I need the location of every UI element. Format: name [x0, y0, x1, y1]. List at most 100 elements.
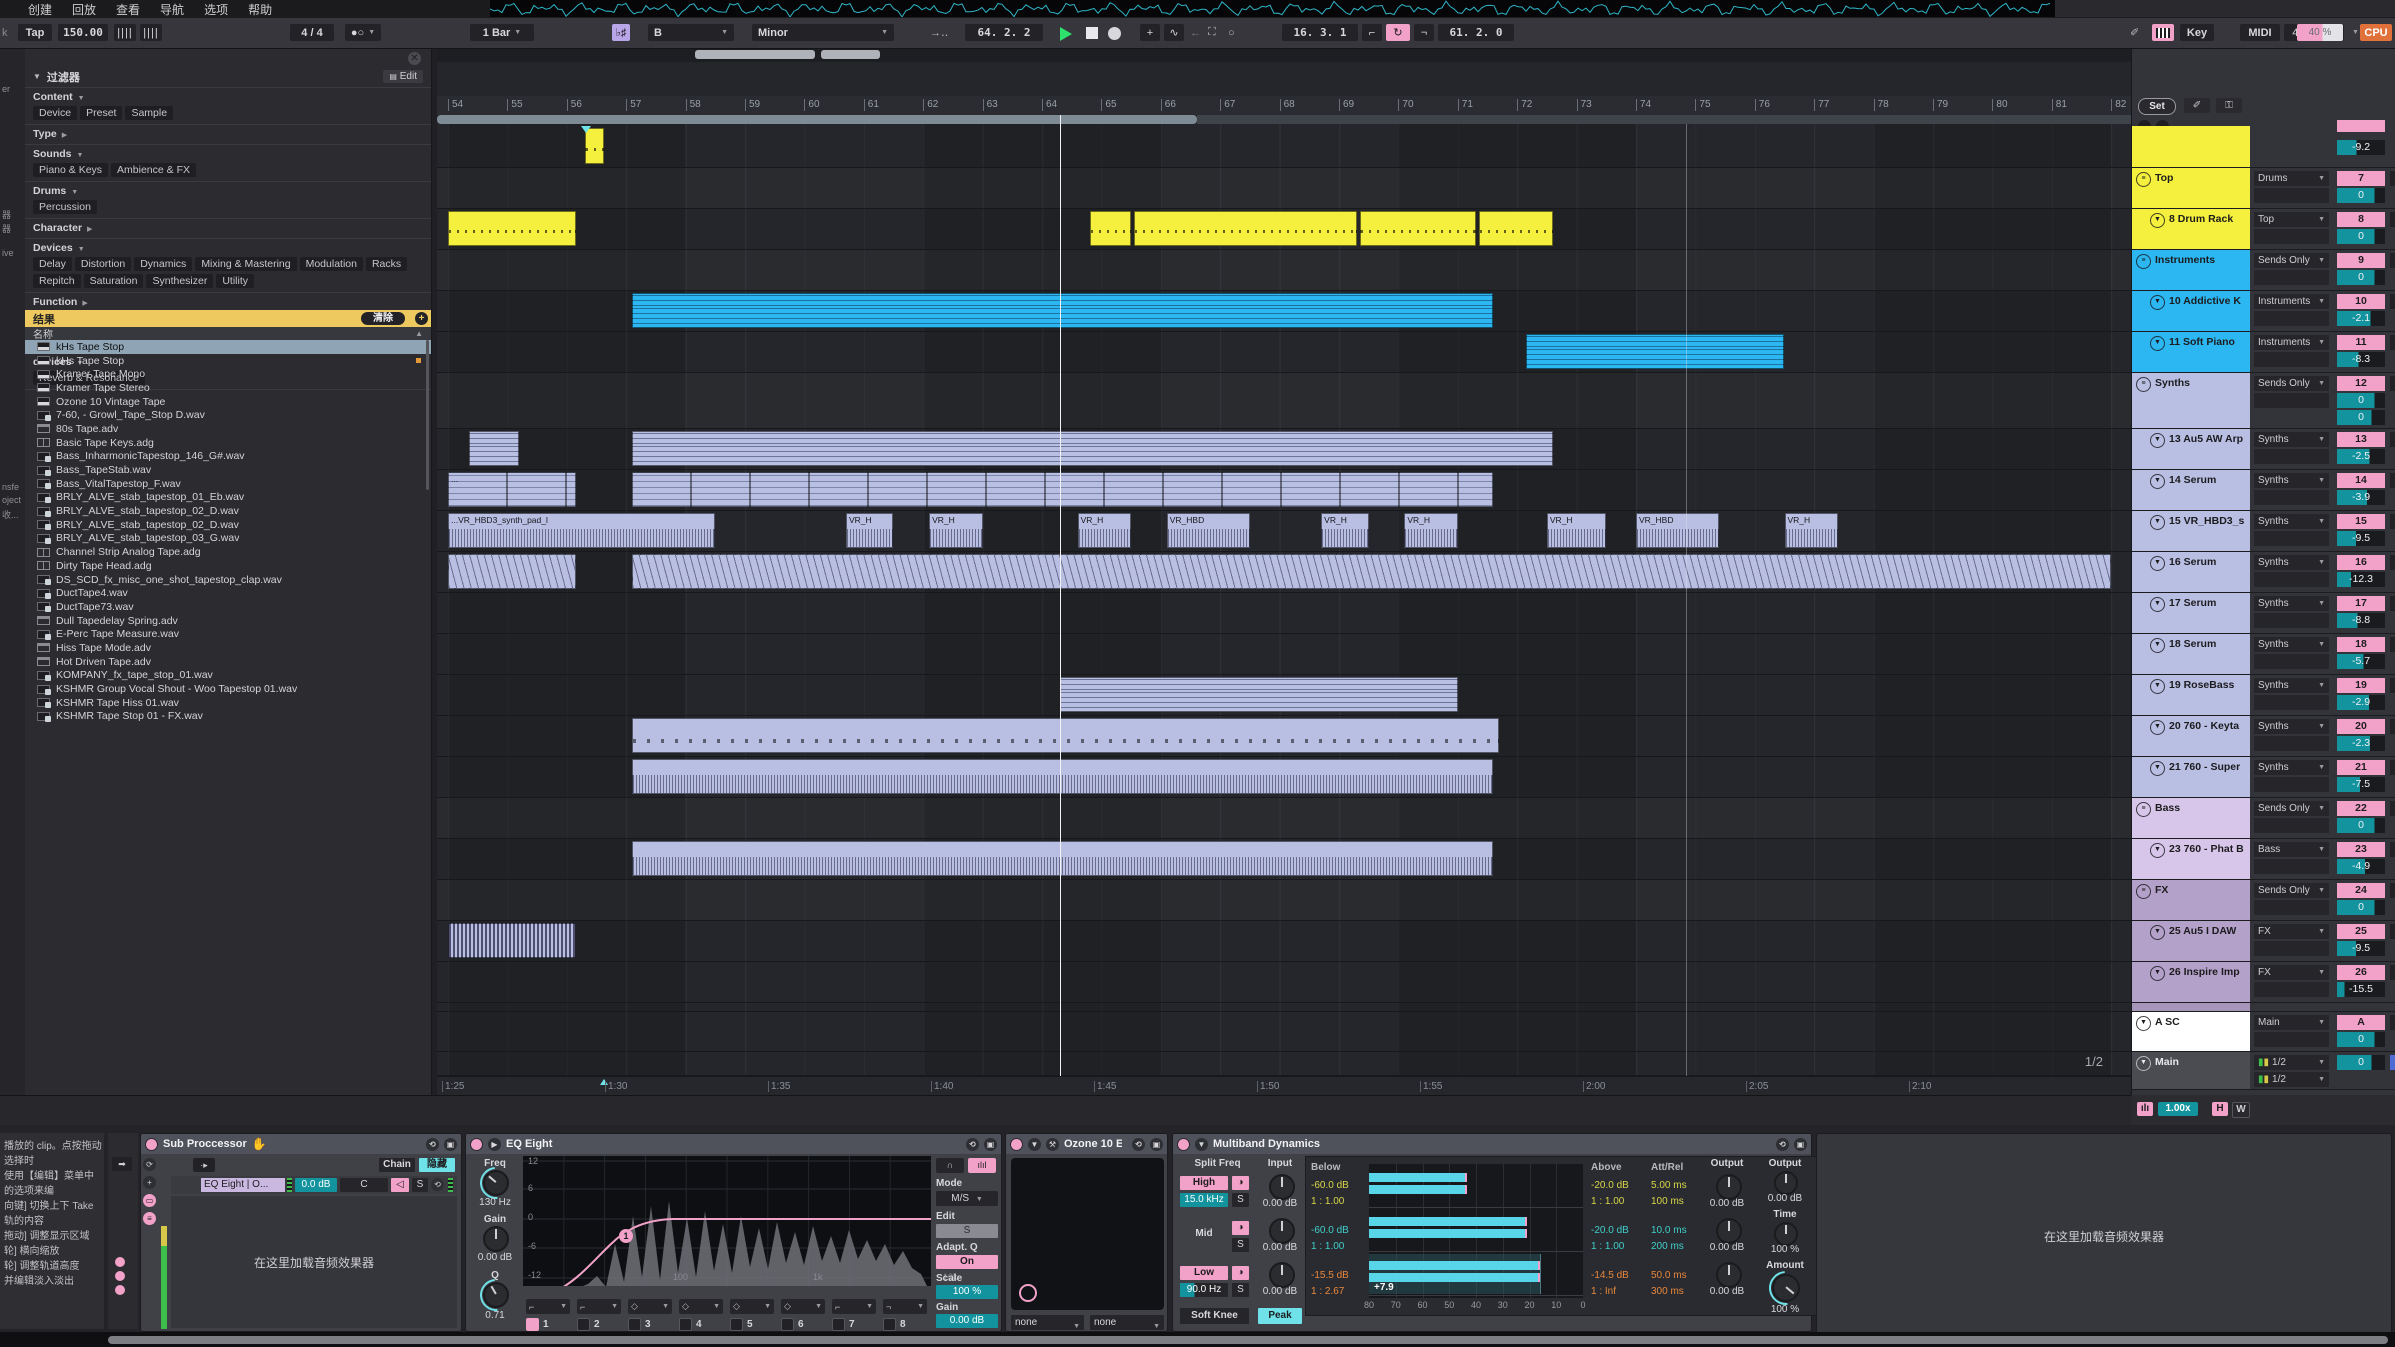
- clip[interactable]: [469, 431, 519, 466]
- track-name[interactable]: ▼Main: [2132, 1052, 2250, 1089]
- track-volume[interactable]: -2.9: [2337, 695, 2385, 710]
- band-enable[interactable]: 3: [628, 1318, 672, 1331]
- clip[interactable]: [1060, 677, 1458, 712]
- fold-icon[interactable]: ▼: [1028, 1138, 1041, 1151]
- lane-instruments[interactable]: [437, 250, 2131, 291]
- track-row-13-au5-aw-arp[interactable]: ▼13 Au5 AW ArpSynths▼13-2.5: [2132, 429, 2395, 470]
- track-fold-icon[interactable]: ▼: [2150, 213, 2165, 228]
- clip[interactable]: VR_H: [1404, 513, 1457, 548]
- track-name[interactable]: ≡FX: [2132, 880, 2250, 920]
- lane-bass[interactable]: [437, 798, 2131, 839]
- list-item[interactable]: DuctTape73.wav: [25, 600, 431, 614]
- device-scrollbar-handle[interactable]: [108, 1336, 2388, 1344]
- edit-channel-button[interactable]: S: [936, 1224, 998, 1238]
- filter-group-header[interactable]: Function▶: [33, 296, 423, 308]
- clip[interactable]: [585, 128, 604, 164]
- hot-swap-icon[interactable]: ⟲: [966, 1138, 979, 1151]
- filter-tag-preset[interactable]: Preset: [80, 106, 122, 120]
- eq-band-1[interactable]: ⌐▼1: [526, 1299, 570, 1331]
- sidechain-select-1[interactable]: none▼: [1011, 1315, 1084, 1330]
- high-split-freq[interactable]: 15.0 kHz: [1180, 1193, 1228, 1207]
- list-item[interactable]: Dirty Tape Head.adg: [25, 559, 431, 573]
- filter-group-header[interactable]: Sounds▼: [33, 148, 423, 160]
- gain-value[interactable]: 0.00 dB: [470, 1252, 520, 1263]
- bar-ruler[interactable]: 5455565758596061626364656667686970717273…: [437, 96, 2131, 115]
- soft-knee-button[interactable]: Soft Knee: [1180, 1308, 1249, 1324]
- overdub-icon[interactable]: ∿: [1164, 24, 1184, 41]
- playback-speed-field[interactable]: 1.00x: [2158, 1102, 2198, 1116]
- sort-ascending-icon[interactable]: ▲: [415, 329, 423, 338]
- lane-synths[interactable]: [437, 373, 2131, 429]
- filter-tag-piano-keys[interactable]: Piano & Keys: [33, 163, 108, 177]
- routing-select[interactable]: Synths▼: [2254, 555, 2329, 570]
- list-item[interactable]: Bass_InharmonicTapestop_146_G#.wav: [25, 450, 431, 464]
- track-number[interactable]: 25: [2337, 924, 2385, 939]
- list-item[interactable]: 7-60, - Growl_Tape_Stop D.wav: [25, 408, 431, 422]
- arrangement-position-field[interactable]: 64. 2. 2: [965, 24, 1043, 41]
- list-item[interactable]: Hiss Tape Mode.adv: [25, 641, 431, 655]
- track-number[interactable]: 15: [2337, 514, 2385, 529]
- quantize-menu[interactable]: 1 Bar▼: [470, 24, 534, 41]
- track-number[interactable]: 7: [2337, 171, 2385, 186]
- release-low[interactable]: 300 ms: [1651, 1284, 1684, 1299]
- waveform-zoom-icon[interactable]: ılı: [2137, 1102, 2153, 1116]
- clip[interactable]: [632, 472, 1493, 507]
- routing-sub-box[interactable]: [2254, 777, 2329, 792]
- band-enable[interactable]: 1: [526, 1318, 570, 1331]
- browser-scrollbar[interactable]: [426, 340, 429, 490]
- track-name[interactable]: ▼A SC: [2132, 1012, 2250, 1051]
- routing-sub-box[interactable]: [2254, 352, 2329, 367]
- filter-type-select[interactable]: ⌐▼: [577, 1299, 621, 1314]
- mid-power-icon[interactable]: ◑: [1232, 1221, 1249, 1235]
- add-filter-icon[interactable]: +: [415, 312, 428, 325]
- peak-rms-toggle[interactable]: Peak: [1258, 1308, 1302, 1324]
- band-checkbox[interactable]: [526, 1318, 539, 1331]
- track-name[interactable]: ▼21 760 - Super: [2146, 757, 2250, 797]
- time-signature-field[interactable]: 4 / 4: [290, 24, 334, 41]
- hot-swap-icon[interactable]: ⟲: [426, 1138, 439, 1151]
- routing-sub-box[interactable]: [2254, 695, 2329, 710]
- track-number[interactable]: 9: [2337, 253, 2385, 268]
- track-row-fx[interactable]: ≡FXSends Only▼240: [2132, 880, 2395, 921]
- routing-select[interactable]: Synths▼: [2254, 719, 2329, 734]
- routing-sub-box[interactable]: [2254, 736, 2329, 751]
- clip[interactable]: [632, 841, 1493, 876]
- save-preset-icon[interactable]: ▣: [444, 1138, 457, 1151]
- q-value[interactable]: 0.71: [470, 1310, 520, 1321]
- clip[interactable]: [448, 211, 576, 246]
- routing-select[interactable]: Synths▼: [2254, 473, 2329, 488]
- track-fold-icon[interactable]: ▼: [2150, 474, 2165, 489]
- punch-out-button[interactable]: ¬: [1414, 24, 1434, 41]
- band-checkbox[interactable]: [628, 1318, 641, 1331]
- routing-sub-box[interactable]: [2254, 270, 2329, 285]
- record-button[interactable]: [1108, 27, 1121, 40]
- input-value-low[interactable]: 0.00 dB: [1258, 1286, 1302, 1297]
- attack-high[interactable]: 5.00 ms: [1651, 1178, 1687, 1193]
- track-fold-icon[interactable]: ▼: [2150, 295, 2165, 310]
- track-number[interactable]: 18: [2337, 637, 2385, 652]
- close-icon[interactable]: ✕: [408, 52, 421, 65]
- nudge-down-button[interactable]: ||||: [114, 24, 136, 41]
- output-routing-select[interactable]: ▮▮1/2▼: [2254, 1055, 2329, 1070]
- clip[interactable]: [632, 431, 1553, 466]
- loop-brace[interactable]: [437, 115, 1197, 124]
- release-mid[interactable]: 200 ms: [1651, 1239, 1684, 1254]
- clip[interactable]: [1134, 211, 1357, 246]
- stop-button[interactable]: [1086, 27, 1098, 39]
- clip[interactable]: [1360, 211, 1476, 246]
- routing-select[interactable]: Synths▼: [2254, 432, 2329, 447]
- track-volume[interactable]: -2.3: [2337, 736, 2385, 751]
- track-row-21-760-super[interactable]: ▼21 760 - SuperSynths▼21-7.5: [2132, 757, 2395, 798]
- wrench-icon[interactable]: ⚒: [1046, 1138, 1059, 1151]
- high-power-icon[interactable]: ◑: [1232, 1176, 1249, 1190]
- track-name[interactable]: ▼18 Serum: [2146, 634, 2250, 674]
- capture-midi-icon[interactable]: ○: [1228, 24, 1235, 41]
- results-name-header[interactable]: 名称 ▲: [25, 327, 431, 340]
- track-row-26-inspire-imp[interactable]: ▼26 Inspire ImpFX▼26-15.5: [2132, 962, 2395, 1003]
- filter-tag-sample[interactable]: Sample: [125, 106, 173, 120]
- clip[interactable]: VR_H: [1547, 513, 1606, 548]
- track-number[interactable]: 21: [2337, 760, 2385, 775]
- clip[interactable]: VR_H: [1785, 513, 1838, 548]
- track-volume[interactable]: 0: [2337, 818, 2385, 833]
- track-fold-icon[interactable]: ▼: [2150, 925, 2165, 940]
